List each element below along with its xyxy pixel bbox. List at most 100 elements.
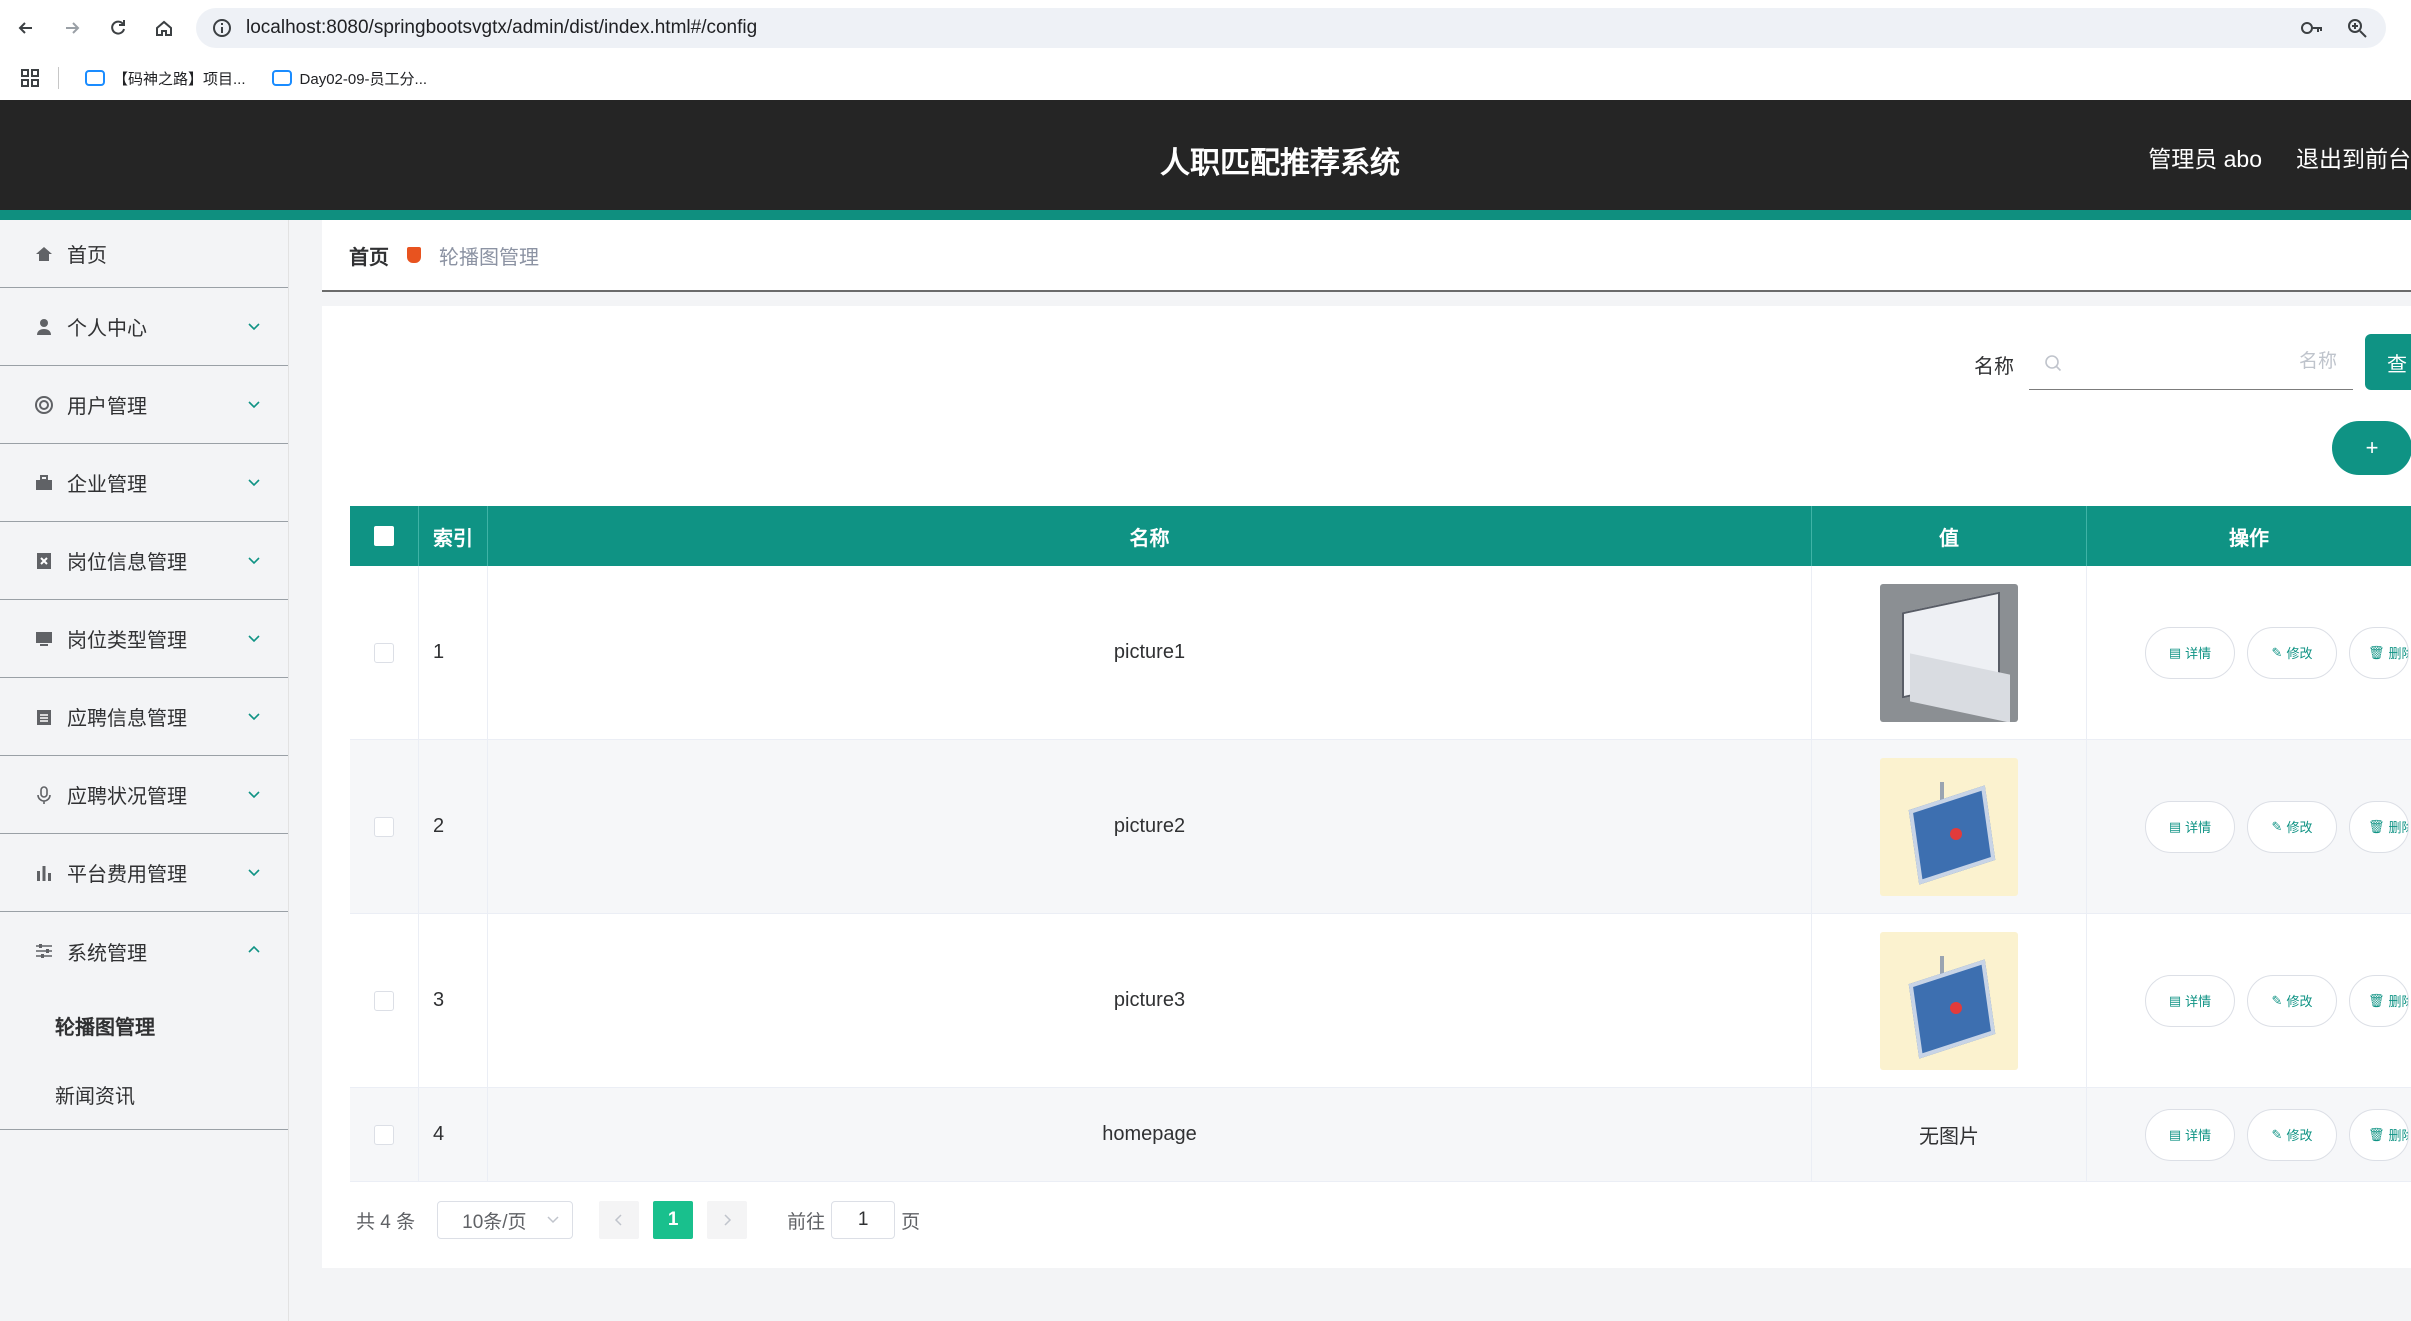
edit-icon: ✎ — [2271, 992, 2283, 1008]
sidebar-subitem-carousel[interactable]: 轮播图管理 — [0, 990, 288, 1060]
row-checkbox[interactable] — [374, 1124, 394, 1145]
trash-icon: 🗑 — [2368, 818, 2385, 834]
sidebar-item-application-status[interactable]: 应聘状况管理 — [0, 756, 288, 834]
trash-icon: 🗑 — [2368, 644, 2385, 660]
carousel-image-thumbnail[interactable] — [1880, 757, 2018, 896]
sidebar-item-label: 用户管理 — [67, 396, 147, 418]
briefcase-icon — [33, 472, 55, 494]
detail-button[interactable]: ▤ 详情 — [2145, 974, 2235, 1027]
app-header: 人职匹配推荐系统 管理员 abo 退出到前台 — [0, 100, 2411, 220]
edit-button[interactable]: ✎ 修改 — [2247, 626, 2337, 679]
delete-button[interactable]: 🗑删除 — [2349, 974, 2409, 1027]
admin-user-label[interactable]: 管理员 abo — [2148, 140, 2262, 174]
search-field[interactable] — [2029, 336, 2353, 390]
key-icon[interactable] — [2300, 18, 2324, 38]
delete-button[interactable]: 🗑删除 — [2349, 800, 2409, 853]
table-row: 4 homepage 无图片 ▤详情 ✎修改 🗑删除 — [350, 1088, 2411, 1182]
delete-label: 删除 — [2388, 646, 2408, 661]
chevron-down-icon — [547, 1216, 559, 1224]
sliders-icon — [33, 940, 55, 962]
sidebar-item-label: 岗位信息管理 — [67, 552, 187, 574]
row-value-cell — [1812, 740, 2087, 913]
page-number-current[interactable]: 1 — [653, 1201, 694, 1239]
delete-label: 删除 — [2388, 1128, 2408, 1143]
home-browser-icon[interactable] — [144, 8, 184, 48]
row-checkbox[interactable] — [374, 642, 394, 663]
detail-button[interactable]: ▤ 详情 — [2145, 626, 2235, 679]
detail-label: 详情 — [2185, 646, 2212, 661]
search-label: 名称 — [1974, 356, 2014, 378]
bar-chart-icon — [33, 862, 55, 884]
chevron-down-icon — [248, 868, 260, 876]
carousel-image-thumbnail[interactable] — [1880, 583, 2018, 722]
sidebar-item-platform-fees[interactable]: 平台费用管理 — [0, 834, 288, 912]
edit-button[interactable]: ✎ 修改 — [2247, 1108, 2337, 1161]
search-button[interactable]: 查 — [2365, 334, 2411, 390]
breadcrumb-home[interactable]: 首页 — [349, 241, 389, 270]
bookmark-item-2[interactable]: Day02-09-员工分... — [271, 68, 427, 89]
forward-icon[interactable] — [52, 8, 92, 48]
exit-to-frontend-link[interactable]: 退出到前台 — [2296, 140, 2411, 174]
edit-button[interactable]: ✎ 修改 — [2247, 800, 2337, 853]
row-actions: ▤详情 ✎修改 🗑删除 — [2087, 914, 2411, 1087]
search-input[interactable] — [2077, 336, 2337, 388]
row-index: 4 — [419, 1088, 488, 1181]
column-header-name: 名称 — [488, 506, 1812, 566]
row-checkbox[interactable] — [374, 816, 394, 837]
carousel-image-thumbnail[interactable] — [1880, 931, 2018, 1070]
sidebar-item-home[interactable]: 首页 — [0, 220, 288, 288]
address-bar[interactable]: localhost:8080/springbootsvgtx/admin/dis… — [196, 8, 2386, 48]
site-info-icon[interactable] — [212, 18, 232, 38]
sidebar-item-position-type[interactable]: 岗位类型管理 — [0, 600, 288, 678]
document-icon: ▤ — [2168, 992, 2182, 1008]
row-index: 3 — [419, 914, 488, 1087]
clipboard-icon — [33, 706, 55, 728]
page-size-select[interactable]: 10条/页 — [437, 1201, 574, 1239]
select-all-cell — [350, 506, 419, 566]
user-icon — [33, 316, 55, 338]
sidebar-item-position-info[interactable]: 岗位信息管理 — [0, 522, 288, 600]
sidebar-item-application-info[interactable]: 应聘信息管理 — [0, 678, 288, 756]
sidebar-item-system-management[interactable]: 系统管理 — [0, 912, 288, 990]
breadcrumb: 首页 轮播图管理 — [322, 220, 2411, 292]
delete-label: 删除 — [2388, 820, 2408, 835]
close-box-icon — [33, 550, 55, 572]
detail-button[interactable]: ▤ 详情 — [2145, 800, 2235, 853]
table-row: 3 picture3 ▤详情 ✎修改 🗑删除 — [350, 914, 2411, 1088]
chevron-down-icon — [248, 478, 260, 486]
goto-page-input[interactable]: 1 — [831, 1201, 896, 1239]
back-icon[interactable] — [6, 8, 46, 48]
no-image-text: 无图片 — [1919, 1126, 1979, 1148]
select-all-checkbox[interactable] — [374, 526, 394, 546]
sidebar-item-company-management[interactable]: 企业管理 — [0, 444, 288, 522]
table-row: 2 picture2 ▤详情 ✎修改 🗑删除 — [350, 740, 2411, 914]
url-text[interactable]: localhost:8080/springbootsvgtx/admin/dis… — [246, 17, 757, 39]
page-unit-label: 页 — [901, 1211, 921, 1233]
detail-button[interactable]: ▤ 详情 — [2145, 1108, 2235, 1161]
sidebar-item-label: 系统管理 — [67, 942, 147, 965]
breadcrumb-separator-icon — [407, 247, 421, 263]
sidebar: 首页 个人中心 用户管理 企业管理 岗位信息管理 岗位类型管理 应聘信息管理 应… — [0, 220, 289, 1321]
sidebar-item-user-management[interactable]: 用户管理 — [0, 366, 288, 444]
microphone-icon — [33, 784, 55, 806]
sidebar-subitem-news[interactable]: 新闻资讯 — [0, 1060, 288, 1130]
delete-button[interactable]: 🗑删除 — [2349, 1108, 2409, 1161]
apps-grid-icon[interactable] — [20, 68, 40, 88]
sidebar-item-personal-center[interactable]: 个人中心 — [0, 288, 288, 366]
prev-page-button[interactable] — [599, 1201, 640, 1239]
row-checkbox[interactable] — [374, 990, 394, 1011]
bookmark-label: 【码神之路】项目... — [113, 70, 246, 88]
zoom-icon[interactable] — [2346, 17, 2368, 39]
add-button[interactable]: + — [2332, 421, 2411, 475]
edit-icon: ✎ — [2271, 818, 2283, 834]
next-page-button[interactable] — [707, 1201, 748, 1239]
row-index: 2 — [419, 740, 488, 913]
reload-icon[interactable] — [98, 8, 138, 48]
bookmark-item-1[interactable]: 【码神之路】项目... — [85, 68, 246, 89]
sidebar-item-label: 岗位类型管理 — [67, 630, 187, 652]
delete-button[interactable]: 🗑删除 — [2349, 626, 2409, 679]
search-icon — [2045, 355, 2062, 372]
column-header-value: 值 — [1812, 506, 2087, 566]
detail-label: 详情 — [2185, 994, 2212, 1009]
edit-button[interactable]: ✎ 修改 — [2247, 974, 2337, 1027]
